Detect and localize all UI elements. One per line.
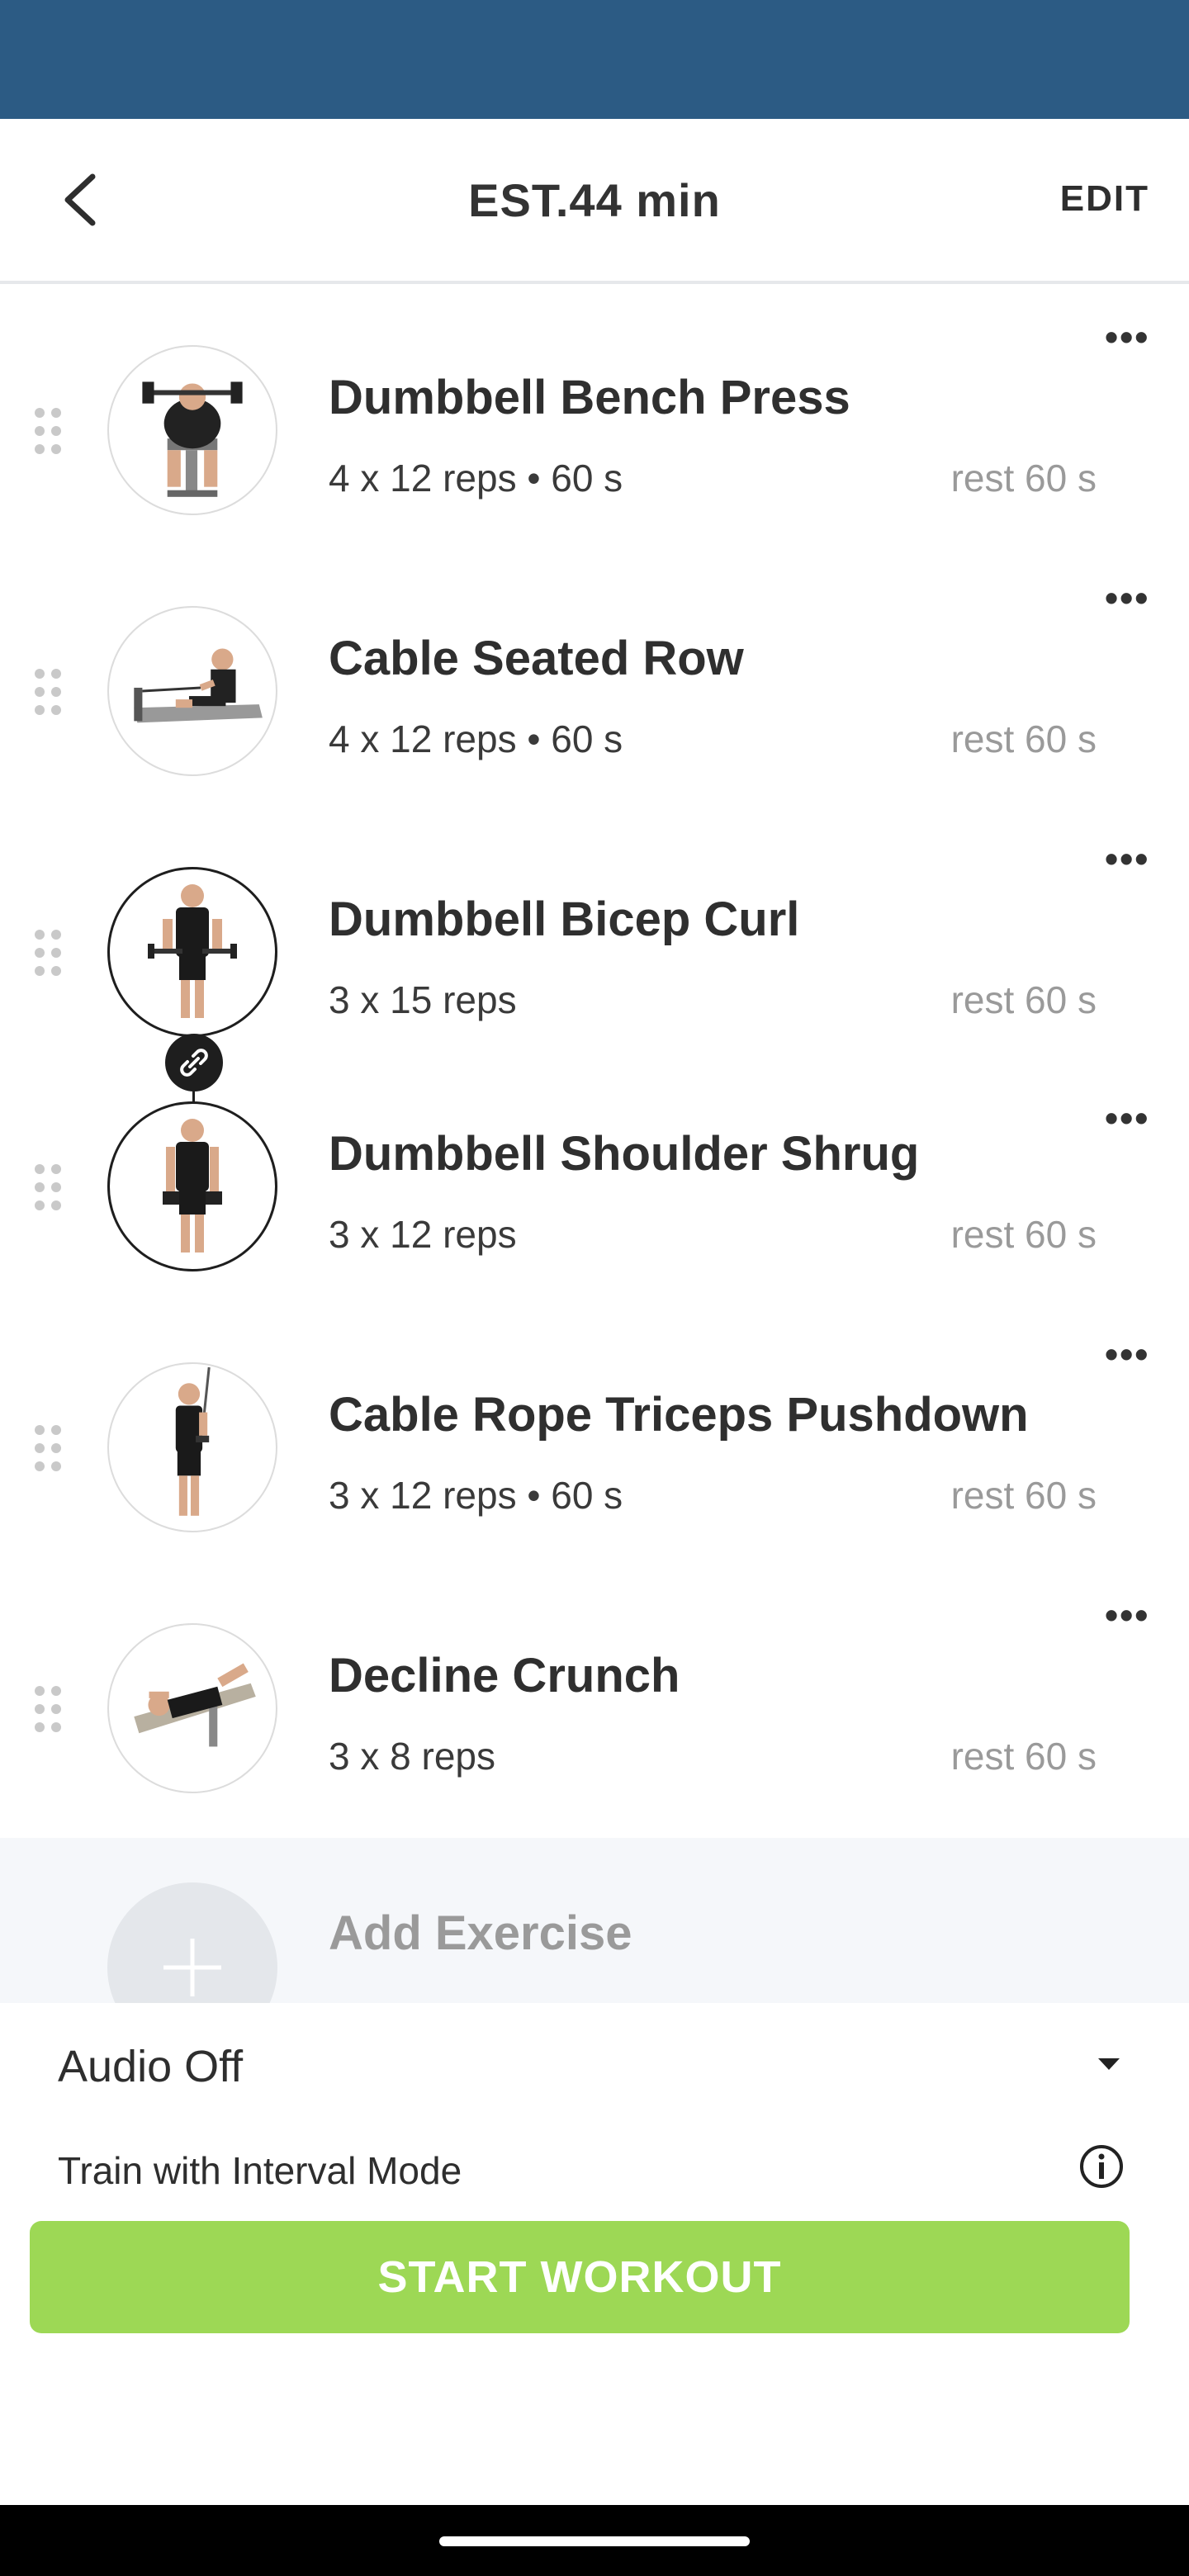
exercise-rest: rest 60 s: [950, 457, 1097, 500]
drag-handle-icon[interactable]: [35, 1425, 64, 1475]
exercise-rest: rest 60 s: [950, 1474, 1097, 1517]
triceps-pushdown-figure-icon: [175, 1366, 211, 1516]
header: EST.44 min EDIT: [0, 119, 1189, 284]
exercise-name: Cable Seated Row: [329, 632, 744, 685]
more-options-icon[interactable]: •••: [1105, 1099, 1148, 1137]
superset-link-icon[interactable]: [165, 1034, 223, 1091]
more-options-icon[interactable]: •••: [1105, 1335, 1148, 1373]
audio-setting-label[interactable]: Audio Off: [58, 2041, 243, 2092]
dropdown-caret-icon[interactable]: [1097, 2056, 1121, 2072]
exercise-thumbnail: [107, 1362, 277, 1532]
exercise-rest: rest 60 s: [950, 978, 1097, 1021]
exercise-item[interactable]: Cable Seated Row 4 x 12 reps • 60 s rest…: [0, 565, 1189, 812]
workout-settings-panel: Audio Off Train with Interval Mode START…: [0, 2003, 1189, 2505]
exercise-name: Decline Crunch: [329, 1649, 680, 1702]
exercise-name: Cable Rope Triceps Pushdown: [329, 1388, 1029, 1442]
shoulder-shrug-figure-icon: [163, 1119, 222, 1252]
home-indicator[interactable]: [439, 2536, 750, 2546]
exercise-detail: 4 x 12 reps • 60 s: [329, 457, 623, 500]
exercise-item[interactable]: Dumbbell Bench Press 4 x 12 reps • 60 s …: [0, 304, 1189, 552]
exercise-detail: 4 x 12 reps • 60 s: [329, 717, 623, 760]
add-exercise-row[interactable]: Add Exercise: [0, 1838, 1189, 2003]
edit-button[interactable]: EDIT: [1060, 178, 1149, 220]
more-options-icon[interactable]: •••: [1105, 840, 1148, 878]
more-options-icon[interactable]: •••: [1105, 1596, 1148, 1634]
exercise-thumbnail: [107, 1101, 277, 1271]
exercise-item[interactable]: Cable Rope Triceps Pushdown 3 x 12 reps …: [0, 1321, 1189, 1569]
exercise-item[interactable]: Decline Crunch 3 x 8 reps rest 60 s •••: [0, 1582, 1189, 1830]
decline-crunch-figure-icon: [134, 1663, 256, 1747]
exercise-thumbnail: [107, 1623, 277, 1793]
exercise-name: Dumbbell Bench Press: [329, 371, 850, 424]
exercise-rest: rest 60 s: [950, 1213, 1097, 1256]
info-icon[interactable]: [1078, 2143, 1125, 2190]
add-circle-icon[interactable]: [107, 1882, 277, 2003]
exercise-detail: 3 x 8 reps: [329, 1735, 495, 1778]
add-exercise-label[interactable]: Add Exercise: [329, 1906, 632, 1961]
drag-handle-icon[interactable]: [35, 1164, 64, 1214]
drag-handle-icon[interactable]: [35, 669, 64, 718]
drag-handle-icon[interactable]: [35, 1686, 64, 1735]
exercise-thumbnail: [107, 345, 277, 515]
exercise-rest: rest 60 s: [950, 1735, 1097, 1778]
exercise-name: Dumbbell Shoulder Shrug: [329, 1127, 920, 1181]
exercise-name: Dumbbell Bicep Curl: [329, 893, 800, 946]
exercise-item[interactable]: Dumbbell Shoulder Shrug 3 x 12 reps rest…: [0, 1060, 1189, 1308]
page-title: EST.44 min: [468, 174, 721, 226]
interval-mode-label[interactable]: Train with Interval Mode: [58, 2148, 462, 2193]
exercise-thumbnail: [107, 606, 277, 776]
exercise-thumbnail: [107, 867, 277, 1037]
seated-row-figure-icon: [134, 648, 263, 723]
more-options-icon[interactable]: •••: [1105, 318, 1148, 356]
bench-press-figure-icon: [142, 381, 243, 497]
drag-handle-icon[interactable]: [35, 930, 64, 979]
exercise-rest: rest 60 s: [950, 717, 1097, 760]
system-nav-bar: [0, 2505, 1189, 2576]
exercise-detail: 3 x 12 reps • 60 s: [329, 1474, 623, 1517]
exercise-detail: 3 x 12 reps: [329, 1213, 517, 1256]
drag-handle-icon[interactable]: [35, 408, 64, 457]
exercise-detail: 3 x 15 reps: [329, 978, 517, 1021]
start-workout-button[interactable]: START WORKOUT: [30, 2221, 1130, 2333]
more-options-icon[interactable]: •••: [1105, 579, 1148, 617]
status-bar: [0, 0, 1189, 119]
bicep-curl-figure-icon: [148, 884, 237, 1018]
